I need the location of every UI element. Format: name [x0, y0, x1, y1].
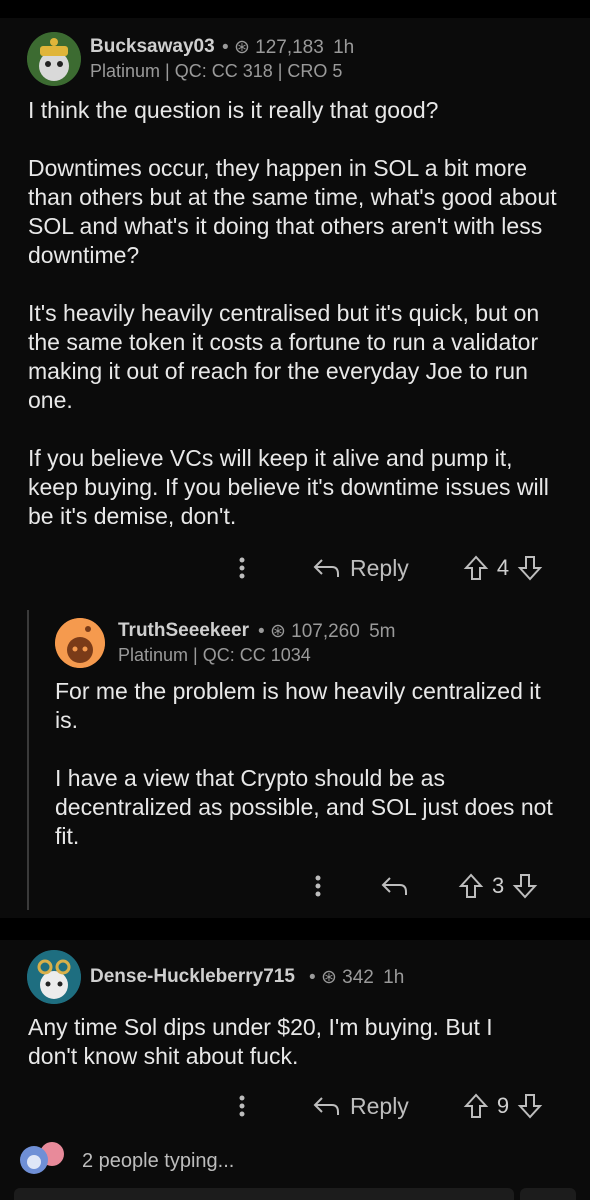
comment-paragraph: Any time Sol dips under $20, I'm buying.…	[28, 1014, 493, 1069]
more-options-button[interactable]	[230, 557, 254, 579]
bullet-separator: •	[258, 621, 265, 642]
snoo-avatar-icon	[27, 32, 81, 86]
reply-label: Reply	[350, 1092, 409, 1119]
vote-controls: 9	[463, 1092, 543, 1120]
upvote-icon[interactable]	[463, 1092, 489, 1120]
top-separator	[0, 0, 590, 18]
user-flair: Platinum | QC: CC 318 | CRO 5	[90, 61, 343, 81]
more-dots-icon	[239, 1095, 245, 1117]
comment-paragraph: I have a view that Crypto should be as d…	[55, 765, 553, 849]
comment-meta: • ⊛ 342 1h	[309, 966, 404, 989]
more-options-button[interactable]	[306, 875, 330, 897]
karma-icon: ⊛	[269, 621, 286, 642]
karma-count: 107,260	[291, 621, 360, 642]
more-dots-icon	[239, 557, 245, 579]
karma-icon: ⊛	[233, 37, 250, 58]
comment-age: 5m	[369, 621, 396, 642]
comment-paragraph: Downtimes occur, they happen in SOL a bi…	[28, 155, 557, 268]
vote-count: 3	[492, 873, 505, 898]
reply-label: Reply	[350, 554, 409, 581]
comment-paragraph: If you believe VCs will keep it alive an…	[28, 445, 549, 529]
vote-count: 4	[496, 555, 510, 580]
username[interactable]: TruthSeeekeer	[118, 620, 249, 642]
comment-actions: 3	[306, 866, 570, 906]
comment-separator	[0, 918, 590, 940]
vote-controls: 4	[463, 554, 543, 582]
comment-meta: • ⊛ 127,183 1h	[222, 36, 354, 59]
comment-body: For me the problem is how heavily centra…	[55, 677, 565, 880]
downvote-icon[interactable]	[512, 872, 538, 900]
bottom-action-edge[interactable]	[520, 1188, 576, 1200]
bottom-input-edge[interactable]	[14, 1188, 514, 1200]
thread-line[interactable]	[27, 610, 29, 910]
snoo-avatar-icon	[55, 618, 105, 668]
comment-body: I think the question is it really that g…	[28, 96, 558, 560]
comment-paragraph: For me the problem is how heavily centra…	[55, 678, 541, 733]
downvote-icon[interactable]	[517, 1092, 543, 1120]
reply-arrow-icon	[381, 877, 407, 895]
vote-controls: 3	[458, 872, 538, 900]
reply-arrow-icon	[313, 1097, 339, 1115]
downvote-icon[interactable]	[517, 554, 543, 582]
reply-arrow-icon	[313, 559, 339, 577]
comment-paragraph: I think the question is it really that g…	[28, 97, 439, 123]
user-flair: Platinum | QC: CC 1034	[118, 645, 311, 665]
comment-age: 1h	[333, 37, 355, 58]
typing-avatars-icon	[20, 1142, 64, 1174]
karma-icon: ⊛	[320, 967, 337, 988]
avatar[interactable]	[27, 950, 81, 1004]
comment-actions: Reply 4	[230, 548, 570, 588]
avatar[interactable]	[55, 618, 105, 668]
comment-meta: • ⊛ 107,260 5m	[258, 620, 396, 643]
snoo-avatar-icon	[27, 950, 81, 1004]
comment-actions: Reply 9	[230, 1086, 570, 1126]
bullet-separator: •	[222, 37, 229, 58]
karma-count: 127,183	[255, 37, 324, 58]
upvote-icon[interactable]	[458, 872, 484, 900]
username[interactable]: Dense-Huckleberry715	[90, 966, 295, 988]
reply-button[interactable]: Reply	[312, 1093, 409, 1120]
reply-button[interactable]	[380, 875, 408, 897]
typing-text: 2 people typing...	[82, 1150, 235, 1172]
comment-paragraph: It's heavily heavily centralised but it'…	[28, 300, 540, 413]
upvote-icon[interactable]	[463, 554, 489, 582]
comment-age: 1h	[383, 967, 405, 988]
more-dots-icon	[315, 875, 321, 897]
vote-count: 9	[496, 1093, 510, 1118]
typing-indicator: 2 people typing...	[16, 1140, 576, 1180]
username[interactable]: Bucksaway03	[90, 36, 215, 58]
avatar[interactable]	[27, 32, 81, 86]
bullet-separator: •	[309, 967, 316, 988]
more-options-button[interactable]	[230, 1095, 254, 1117]
karma-count: 342	[342, 967, 374, 988]
reply-button[interactable]: Reply	[312, 555, 409, 582]
